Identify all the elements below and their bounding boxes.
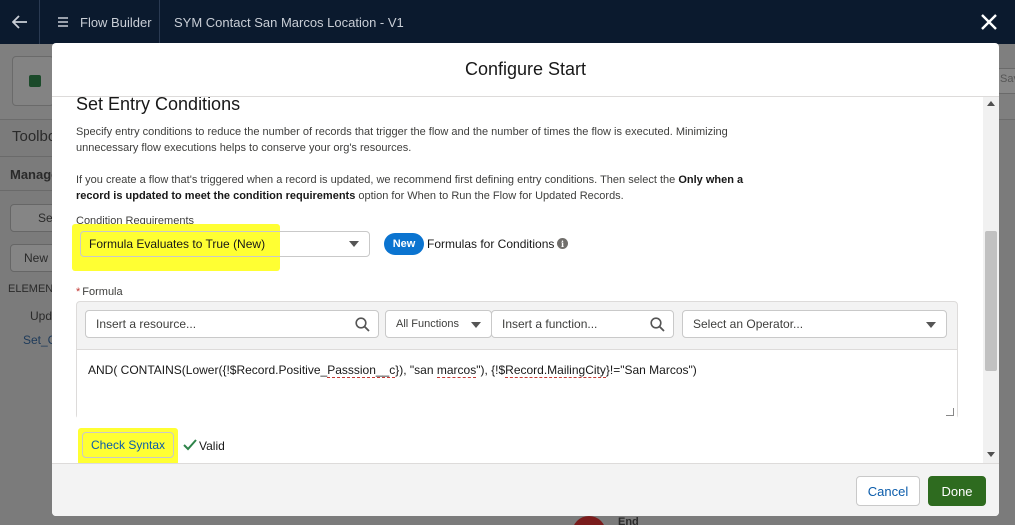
close-icon [981,14,997,30]
modal-title: Configure Start [464,59,587,79]
breadcrumb: Flow Builder [40,0,160,44]
toolbar-card [12,56,54,106]
functions-category-value: All Functions [396,318,459,330]
formula-text: }!="San Marcos") [605,363,697,377]
formula-text: AND( CONTAINS(Lower({!$Record.Positive_ [88,363,328,377]
search-icon [355,317,370,332]
condition-requirements-value: Formula Evaluates to True (New) [89,237,266,251]
arrow-left-icon [11,15,27,29]
flow-builder-icon [58,17,68,27]
new-badge-text: Formulas for Conditions [427,237,555,251]
formula-label-text: Formula [82,286,123,298]
scroll-up-icon[interactable] [987,101,995,106]
formula-error-token: Record.MailingCity [505,363,606,378]
app-header: Flow Builder SYM Contact San Marcos Loca… [0,0,1015,44]
check-syntax-button[interactable]: Check Syntax [82,432,174,458]
description-1: Specify entry conditions to reduce the n… [76,126,728,154]
divider [0,156,52,157]
condition-requirements-select[interactable]: Formula Evaluates to True (New) [80,231,370,257]
description-2: If you create a flow that's triggered wh… [76,172,756,204]
done-button[interactable]: Done [928,476,986,506]
flow-name-label: SYM Contact San Marcos Location - V1 [174,14,404,30]
chevron-down-icon [471,322,481,328]
flow-name: SYM Contact San Marcos Location - V1 [174,0,404,44]
description-2-suffix: option for When to Run the Flow for Upda… [355,190,624,202]
search-placeholder-bg: Se [38,211,53,225]
formula-textarea[interactable]: AND( CONTAINS(Lower({!$Record.Positive_P… [77,349,957,419]
back-button[interactable] [0,0,40,44]
cancel-button[interactable]: Cancel [856,476,920,506]
formula-error-token: marcos [436,363,477,378]
operator-placeholder: Select an Operator... [693,317,804,331]
chevron-down-icon [349,241,359,247]
toolbox-label: Toolbo [12,128,57,145]
resource-placeholder: Insert a resource... [96,317,197,331]
formula-text: "), {!$ [476,363,506,377]
insert-resource-input[interactable]: Insert a resource... [85,310,379,338]
chevron-down-icon [926,322,936,328]
operator-select[interactable]: Select an Operator... [682,310,947,338]
functions-category-select[interactable]: All Functions [385,310,492,338]
modal-body: Set Entry Conditions Specify entry condi… [52,97,999,463]
new-button-label-bg: New [24,251,49,265]
divider [0,190,52,191]
configure-start-modal: Configure Start Set Entry Conditions Spe… [52,43,999,516]
checkmark-icon [183,439,197,451]
breadcrumb-label: Flow Builder [80,14,152,30]
resize-handle-icon[interactable] [946,408,954,416]
save-label-bg: Sav [1000,73,1015,85]
function-placeholder: Insert a function... [502,317,598,331]
formula-editor: Insert a resource... All Functions Inser… [76,301,958,419]
modal-header: Configure Start [52,43,999,97]
modal-footer: Cancel Done [52,463,999,516]
flow-icon [29,75,41,87]
scroll-down-icon[interactable] [987,452,995,457]
description-2-prefix: If you create a flow that's triggered wh… [76,174,679,186]
scrollbar-thumb[interactable] [985,231,997,371]
info-icon[interactable]: i [557,238,568,249]
close-modal-button[interactable] [973,6,1005,38]
group-label: Upd [30,309,53,323]
formula-error-token: Passsion__c [327,363,396,378]
formula-label: * Formula [76,286,123,298]
search-icon [650,317,665,332]
insert-function-input[interactable]: Insert a function... [491,310,674,338]
required-marker: * [76,286,81,298]
section-title: Set Entry Conditions [76,97,241,114]
formula-text: }), "san [395,363,437,377]
syntax-valid-text: Valid [199,439,225,453]
new-badge: New [384,233,424,255]
end-label: End [618,516,639,525]
scrollbar[interactable] [983,97,999,463]
